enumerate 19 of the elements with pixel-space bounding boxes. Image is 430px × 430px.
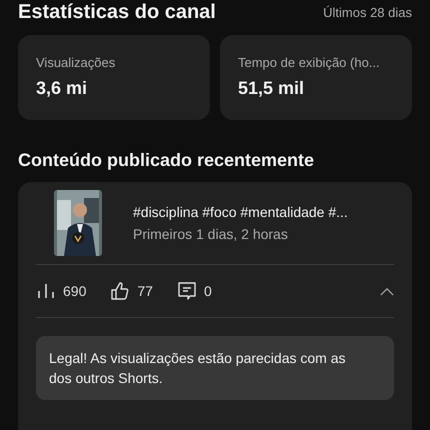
stat-card[interactable]: Tempo de exibição (ho... 51,5 mil xyxy=(220,35,412,120)
metric-value: 690 xyxy=(63,283,86,299)
video-age: Primeiros 1 dias, 2 horas xyxy=(133,226,289,242)
collapse-icon[interactable] xyxy=(380,286,394,296)
section-title: Conteúdo publicado recentemente xyxy=(18,150,316,171)
thumbs-up-icon xyxy=(110,281,130,301)
stat-value: 3,6 mi xyxy=(36,78,88,99)
video-title[interactable]: #disciplina #foco #mentalidade #... xyxy=(133,204,348,220)
stat-label: Tempo de exibição (ho... xyxy=(238,55,381,70)
stat-card[interactable]: Visualizações 3,6 mi xyxy=(18,35,210,120)
period-label: Últimos 28 dias xyxy=(323,4,412,20)
bar-chart-icon xyxy=(36,281,56,301)
comment-icon xyxy=(176,281,197,301)
metric-value: 77 xyxy=(137,283,153,299)
stat-label: Visualizações xyxy=(36,55,116,70)
section-title: Estatísticas do canal xyxy=(18,0,216,24)
metric-value: 0 xyxy=(204,283,212,299)
stat-value: 51,5 mil xyxy=(238,78,306,99)
info-message: Legal! As visualizações estão parecidas com as dos outros Shorts. xyxy=(36,336,394,400)
